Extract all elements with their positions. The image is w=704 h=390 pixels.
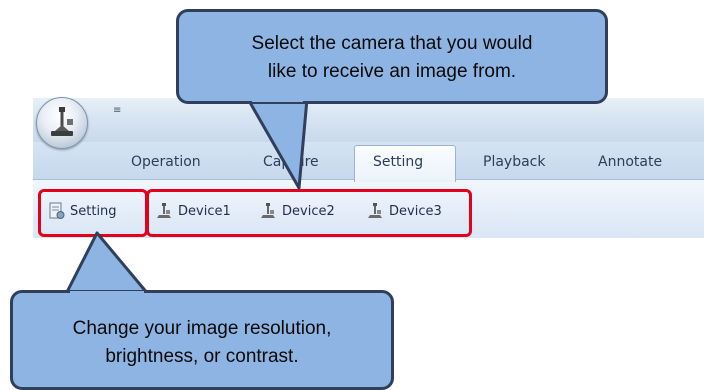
- bottom-callout-line1: Change your image resolution,: [72, 318, 332, 339]
- setting-callout: Change your image resolution, brightness…: [10, 290, 394, 390]
- top-callout-pointer: [246, 97, 309, 190]
- camera-selection-callout: Select the camera that you would like to…: [176, 9, 608, 104]
- bottom-callout-joint: [70, 291, 144, 297]
- top-callout-line2: like to receive an image from.: [267, 60, 517, 82]
- top-callout-joint: [252, 96, 303, 102]
- bottom-callout-line2: brightness, or contrast.: [105, 345, 299, 367]
- top-callout-line1: Select the camera that you would: [251, 33, 533, 54]
- page: { "ribbon": { "quick_access_arrow": "\u2…: [0, 0, 704, 390]
- bottom-callout-pointer: [64, 231, 150, 296]
